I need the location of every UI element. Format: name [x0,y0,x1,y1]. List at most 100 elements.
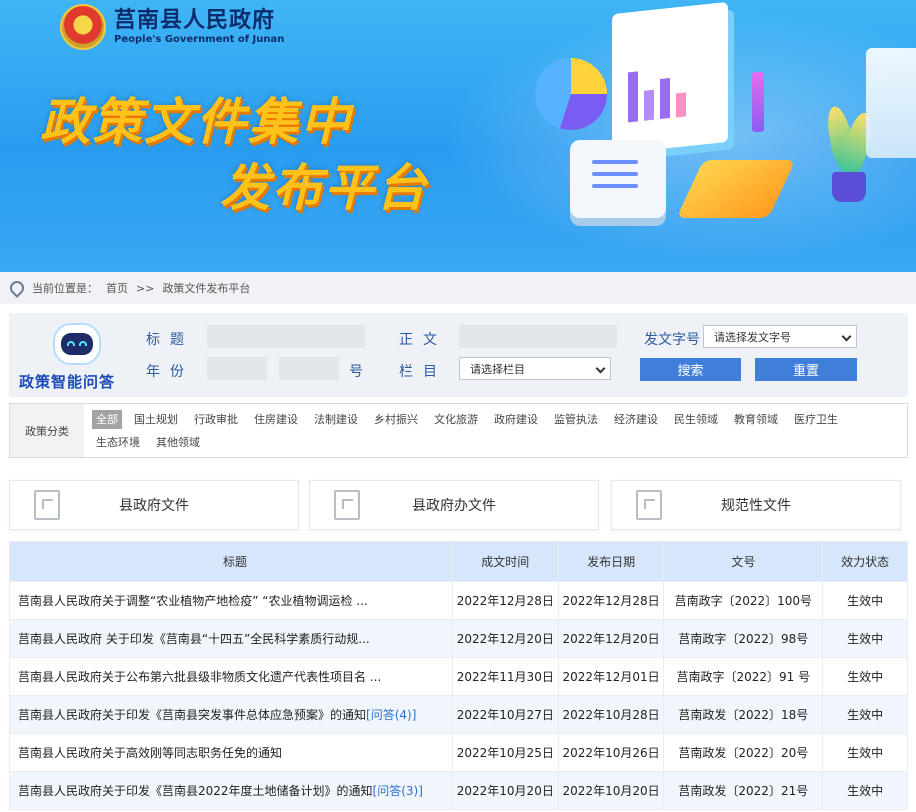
doc-status: 生效中 [822,581,908,620]
category-item[interactable]: 政府建设 [490,410,542,429]
table-row[interactable]: 莒南县人民政府关于公布第六批县级非物质文化遗产代表性项目名 ... 2022年1… [9,657,908,696]
year-from-input[interactable] [207,357,267,380]
body-label: 正文 [399,332,447,348]
table-row[interactable]: 莒南县人民政府关于印发《莒南县2022年度土地储备计划》的通知[问答(3)] 2… [9,771,908,810]
breadcrumb-home-link[interactable]: 首页 [106,280,128,296]
doc-status: 生效中 [822,657,908,696]
category-item[interactable]: 教育领域 [730,410,782,429]
doc-title-link[interactable]: 莒南县人民政府关于印发《莒南县突发事件总体应急预案》的通知[问答(4)] [9,695,453,734]
title-label: 标题 [146,332,194,348]
banner: 莒南县人民政府 People's Government of Junan 政策文… [0,0,916,272]
category-item[interactable]: 经济建设 [610,410,662,429]
doc-written-date: 2022年11月30日 [451,657,559,696]
document-type-tabs: 县政府文件 县政府办文件 规范性文件 [9,480,908,530]
doc-title-link[interactable]: 莒南县人民政府关于高效刚等同志职务任免的通知 [9,733,453,772]
column-header-doc-no: 文号 [663,541,824,582]
year-to-input[interactable] [279,357,339,380]
doc-publish-date: 2022年12月20日 [557,619,665,658]
doc-no-label: 发文字号 [644,332,700,348]
category-label: 政策分类 [10,404,84,457]
category-item[interactable]: 其他领域 [152,433,204,452]
doc-no-select-value: 请选择发文字号 [714,330,791,344]
document-box-illustration-icon [570,140,666,218]
doc-publish-date: 2022年10月26日 [557,733,665,772]
doc-title-link[interactable]: 莒南县人民政府 关于印发《莒南县“十四五”全民科学素质行动规... [9,619,453,658]
doc-no-select[interactable]: 请选择发文字号 [703,325,857,348]
table-header-row: 标题 成文时间 发布日期 文号 效力状态 [9,541,908,582]
monitor-illustration-icon [612,1,728,155]
qa-link[interactable]: [问答(3)] [373,784,423,798]
tab-label: 县政府文件 [119,498,189,514]
doc-status: 生效中 [822,771,908,810]
reset-button[interactable]: 重置 [755,358,857,381]
column-select-value: 请选择栏目 [470,362,525,376]
policy-document-table: 标题 成文时间 发布日期 文号 效力状态 莒南县人民政府关于调整“农业植物产地检… [9,541,908,810]
site-name-en: People's Government of Junan [114,34,285,45]
category-item[interactable]: 国土规划 [130,410,182,429]
doc-status: 生效中 [822,619,908,658]
site-logo[interactable]: 莒南县人民政府 People's Government of Junan [60,4,284,50]
tab-label: 规范性文件 [721,498,791,514]
number-suffix-label: 号 [349,364,363,380]
category-item[interactable]: 法制建设 [310,410,362,429]
doc-number: 莒南政发〔2022〕20号 [663,733,824,772]
body-input[interactable] [459,325,617,348]
qa-link[interactable]: [问答(4)] [366,708,416,722]
category-item[interactable]: 乡村振兴 [370,410,422,429]
doc-written-date: 2022年12月28日 [451,581,559,620]
doc-written-date: 2022年12月20日 [451,619,559,658]
doc-publish-date: 2022年10月20日 [557,771,665,810]
category-item[interactable]: 行政审批 [190,410,242,429]
category-item[interactable]: 民生领域 [670,410,722,429]
tab-county-office-docs[interactable]: 县政府办文件 [309,480,599,530]
column-header-status: 效力状态 [822,541,908,582]
doc-publish-date: 2022年10月28日 [557,695,665,734]
category-item[interactable]: 文化旅游 [430,410,482,429]
table-row[interactable]: 莒南县人民政府关于印发《莒南县突发事件总体应急预案》的通知[问答(4)] 202… [9,695,908,734]
doc-publish-date: 2022年12月28日 [557,581,665,620]
breadcrumb-prefix: 当前位置是： [32,282,98,295]
tab-normative-docs[interactable]: 规范性文件 [611,480,901,530]
search-button[interactable]: 搜索 [640,358,741,381]
robot-icon [53,323,101,365]
column-header-publish-date: 发布日期 [557,541,665,582]
category-item[interactable]: 生态环境 [92,433,144,452]
category-item[interactable]: 医疗卫生 [790,410,842,429]
breadcrumb: 当前位置是： 首页 >> 政策文件发布平台 [0,272,916,304]
doc-number: 莒南政发〔2022〕18号 [663,695,824,734]
location-pin-icon [7,278,27,298]
category-item[interactable]: 监管执法 [550,410,602,429]
site-name-cn: 莒南县人民政府 [114,8,276,33]
doc-title-link[interactable]: 莒南县人民政府关于公布第六批县级非物质文化遗产代表性项目名 ... [9,657,453,696]
column-header-title: 标题 [9,541,453,582]
doc-written-date: 2022年10月20日 [451,771,559,810]
doc-title-link[interactable]: 莒南县人民政府关于调整“农业植物产地检疫” “农业植物调运检 ... [9,581,453,620]
doc-written-date: 2022年10月25日 [451,733,559,772]
column-header-written-date: 成文时间 [451,541,559,582]
tab-county-government-docs[interactable]: 县政府文件 [9,480,299,530]
policy-assistant-label: 政策智能问答 [19,373,116,391]
year-label: 年份 [146,364,194,380]
doc-written-date: 2022年10月27日 [451,695,559,734]
category-item[interactable]: 住房建设 [250,410,302,429]
tab-label: 县政府办文件 [412,498,496,514]
doc-title-link[interactable]: 莒南县人民政府关于印发《莒南县2022年度土地储备计划》的通知[问答(3)] [9,771,453,810]
breadcrumb-current[interactable]: 政策文件发布平台 [162,280,250,296]
doc-number: 莒南政字〔2022〕91 号 [663,657,824,696]
doc-number: 莒南政发〔2022〕21号 [663,771,824,810]
column-label: 栏目 [399,364,447,380]
national-emblem-icon [60,4,106,50]
title-input[interactable] [207,325,365,348]
table-row[interactable]: 莒南县人民政府 关于印发《莒南县“十四五”全民科学素质行动规... 2022年1… [9,619,908,658]
doc-status: 生效中 [822,733,908,772]
doc-number: 莒南政字〔2022〕100号 [663,581,824,620]
chevron-down-icon [841,331,852,342]
table-row[interactable]: 莒南县人民政府关于高效刚等同志职务任免的通知 2022年10月25日 2022年… [9,733,908,772]
policy-assistant[interactable]: 政策智能问答 [19,321,129,393]
category-item-all[interactable]: 全部 [92,410,122,429]
doc-number: 莒南政字〔2022〕98号 [663,619,824,658]
building-illustration-icon [866,48,916,158]
chevron-down-icon [595,363,606,374]
column-select[interactable]: 请选择栏目 [459,357,611,380]
table-row[interactable]: 莒南县人民政府关于调整“农业植物产地检疫” “农业植物调运检 ... 2022年… [9,581,908,620]
